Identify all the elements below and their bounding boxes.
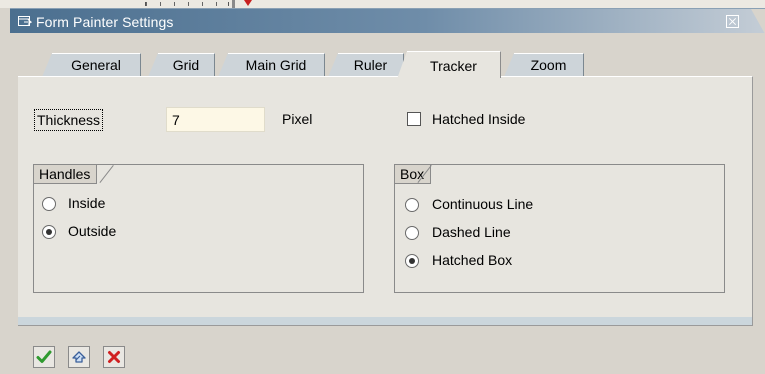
tab-strip: General Grid Main Grid Ruler Tracker Zoo… [10, 33, 765, 79]
box-dashed-line-radio[interactable] [405, 226, 419, 240]
cancel-button[interactable] [103, 346, 125, 368]
tab-label: Main Grid [245, 57, 307, 73]
handles-group-title: Handles [34, 165, 98, 184]
tab-grid[interactable]: Grid [148, 53, 215, 77]
handles-outside-radio[interactable] [42, 225, 56, 239]
copy-icon [72, 351, 86, 363]
thickness-label: Thickness [34, 109, 104, 131]
box-continuous-line-label: Continuous Line [432, 196, 534, 212]
dialog-body: General Grid Main Grid Ruler Tracker Zoo… [10, 33, 765, 374]
box-hatched-box-radio[interactable] [405, 254, 419, 268]
hatched-inside-checkbox[interactable] [407, 112, 421, 126]
title-bar-corner [751, 9, 765, 34]
tab-label: Zoom [530, 57, 567, 73]
box-group-title: Box [395, 165, 432, 184]
panel-bottom-frame [18, 317, 752, 325]
confirm-button[interactable] [33, 346, 55, 368]
box-dashed-line-label: Dashed Line [432, 224, 511, 240]
tab-main-grid[interactable]: Main Grid [218, 53, 325, 77]
ruler-divider [232, 0, 235, 8]
dialog-footer [10, 336, 765, 374]
box-continuous-line-radio[interactable] [405, 198, 419, 212]
box-group: Box Continuous Line Dashed Line Hatched … [394, 164, 725, 293]
box-hatched-box-label: Hatched Box [432, 252, 513, 268]
dialog-title: Form Painter Settings [36, 14, 174, 30]
handles-group: Handles Inside Outside [33, 164, 364, 293]
checkmark-icon [36, 350, 52, 363]
cancel-x-icon [108, 351, 120, 363]
tab-label: Tracker [430, 58, 477, 74]
red-marker-icon [244, 0, 252, 6]
tab-ruler[interactable]: Ruler [328, 53, 404, 77]
tab-label: Ruler [353, 57, 388, 73]
dialog-window-icon [18, 15, 33, 31]
close-icon[interactable] [726, 15, 739, 28]
copy-button[interactable] [68, 346, 90, 368]
tab-general[interactable]: General [42, 53, 141, 77]
thickness-unit: Pixel [282, 111, 313, 127]
background-ruler-strip [0, 0, 765, 8]
handles-outside-label: Outside [68, 223, 117, 239]
thickness-input[interactable] [166, 107, 265, 132]
ruler-ticks [145, 2, 229, 6]
tab-tracker[interactable]: Tracker [397, 51, 501, 79]
handles-inside-radio[interactable] [42, 197, 56, 211]
hatched-inside-label: Hatched Inside [432, 111, 526, 127]
tab-zoom[interactable]: Zoom [504, 53, 584, 77]
tracker-panel: Thickness Pixel Hatched Inside Handles I… [18, 76, 753, 326]
dialog-title-bar[interactable]: Form Painter Settings [10, 8, 765, 34]
handles-inside-label: Inside [68, 195, 106, 211]
tab-label: Grid [172, 57, 200, 73]
tab-label: General [71, 57, 121, 73]
